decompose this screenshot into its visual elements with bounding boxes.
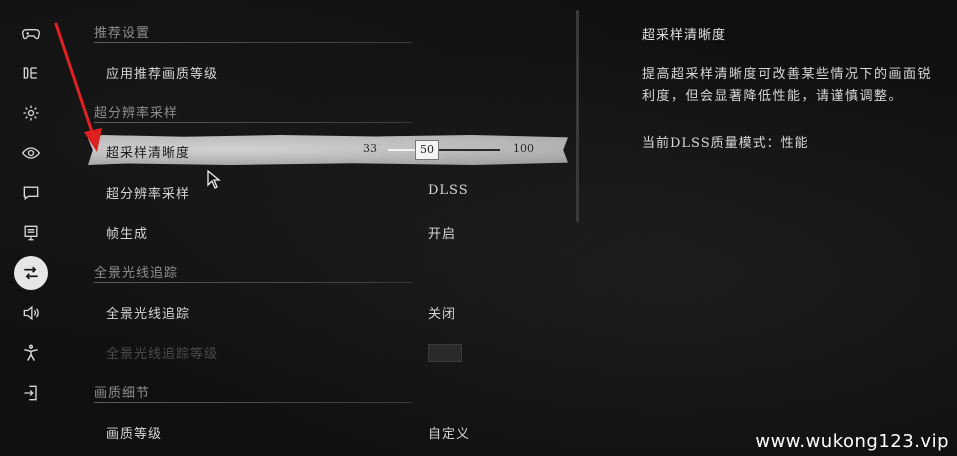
mouse-cursor-icon [207,170,221,189]
row-label: 全景光线追踪等级 [106,347,219,362]
row-upscaling[interactable]: 超分辨率采样 DLSS [88,176,568,206]
row-path-tracing-level: 全景光线追踪等级 [88,336,568,366]
section-recommended: 推荐设置 [94,22,414,43]
row-quality-level[interactable]: 画质等级 自定义 [88,416,568,446]
row-label: 应用推荐画质等级 [106,67,219,82]
settings-screen: 推荐设置 应用推荐画质等级 超分辨率采样 超采样清晰度 33 50 100 超分… [0,0,957,456]
section-quality-detail: 画质细节 [94,382,414,403]
nav-speaker[interactable] [14,296,48,330]
nav-gear[interactable] [14,96,48,130]
nav-exit[interactable] [14,376,48,410]
row-value: 开启 [428,227,457,242]
description-title: 超采样清晰度 [642,28,727,43]
display-icon [23,67,37,79]
gamepad-icon [21,29,41,40]
row-frame-gen[interactable]: 帧生成 开启 [88,216,568,246]
chat-icon [23,186,39,201]
disabled-control-box [428,344,462,362]
row-label: 画质等级 [106,427,163,442]
list-scrollbar[interactable] [576,10,579,222]
nav-chat[interactable] [14,176,48,210]
section-path-tracing: 全景光线追踪 [94,262,414,283]
section-divider [94,42,412,43]
nav-eye[interactable] [14,136,48,170]
row-value: DLSS [428,183,469,198]
slider-thumb[interactable]: 50 [415,140,439,160]
monitor-icon [24,225,38,241]
nav-accessibility[interactable] [14,336,48,370]
row-apply-recommended[interactable]: 应用推荐画质等级 [88,56,568,86]
adjust-icon [24,266,38,280]
row-sharpness[interactable]: 超采样清晰度 33 50 100 [88,135,568,165]
row-value: 自定义 [428,427,471,442]
section-divider [94,122,412,123]
row-path-tracing[interactable]: 全景光线追踪 关闭 [88,296,568,326]
section-title: 全景光线追踪 [94,266,179,281]
section-title: 画质细节 [94,386,151,401]
nav-display[interactable] [14,56,48,90]
row-label: 全景光线追踪 [106,307,191,322]
nav-monitor[interactable] [14,216,48,250]
settings-list: 推荐设置 应用推荐画质等级 超分辨率采样 超采样清晰度 33 50 100 超分… [88,0,573,456]
description-body: 提高超采样清晰度可改善某些情况下的画面锐利度，但会显著降低性能，请谨慎调整。 [642,67,933,104]
row-label: 超采样清晰度 [106,146,191,161]
row-label: 帧生成 [106,227,149,242]
slider-fill [388,149,416,151]
section-divider [94,402,412,403]
row-label: 超分辨率采样 [106,187,191,202]
slider-max-value: 100 [513,142,534,155]
section-divider [94,282,412,283]
accessibility-icon [24,344,38,361]
speaker-icon [23,305,39,321]
dlss-mode-text: 当前DLSS质量模式：性能 [642,136,809,151]
annotation-arrow-icon [54,22,102,152]
row-value: 关闭 [428,307,457,322]
slider-min-value: 33 [363,142,377,155]
nav-gamepad[interactable] [14,16,48,50]
eye-icon [21,147,41,159]
exit-icon [24,385,37,401]
nav-adjust[interactable] [14,256,48,290]
section-super-resolution: 超分辨率采样 [94,102,414,123]
gear-icon [23,105,39,121]
watermark: www.wukong123.vip [755,431,949,452]
